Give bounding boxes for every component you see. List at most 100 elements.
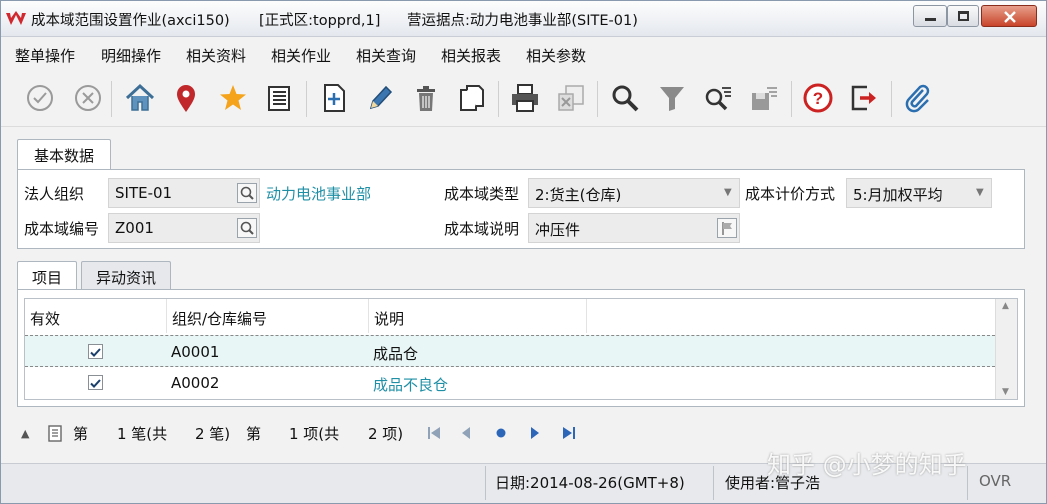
row-valid-checkbox[interactable] — [88, 344, 103, 359]
legal-org-name: 动力电池事业部 — [266, 185, 372, 203]
help-icon: ? — [803, 83, 833, 113]
exit-button[interactable] — [847, 81, 881, 115]
advanced-search-button[interactable] — [701, 81, 735, 115]
list-button[interactable] — [262, 81, 296, 115]
row-code: A0002 — [171, 374, 220, 392]
status-separator — [485, 466, 486, 500]
minimize-button[interactable] — [913, 5, 947, 27]
tab-basic-data[interactable]: 基本数据 — [17, 139, 111, 169]
legal-org-lookup-button[interactable] — [237, 183, 257, 203]
next-page-icon[interactable] — [527, 425, 543, 441]
menu-related-query[interactable]: 相关查询 — [356, 45, 416, 66]
list-icon — [268, 86, 290, 111]
col-header-desc[interactable]: 说明 — [369, 299, 587, 333]
cancel-circle-icon — [75, 85, 101, 111]
export-icon — [558, 85, 584, 111]
tab-change-info[interactable]: 异动资讯 — [81, 261, 171, 291]
disk-list-icon — [752, 87, 777, 110]
domain-type-value: 2:货主(仓库) — [535, 186, 622, 204]
favorite-button[interactable] — [216, 81, 250, 115]
magnifier-icon — [240, 186, 254, 200]
svg-text:?: ? — [813, 89, 823, 108]
print-button[interactable] — [508, 81, 542, 115]
record-list-icon[interactable] — [45, 423, 65, 443]
row-desc: 成品不良仓 — [373, 376, 449, 394]
toolbar-separator — [306, 81, 307, 117]
title-bar: 成本域范围设置作业(axci150) [正式区:topprd,1] 营运据点:动… — [1, 1, 1046, 37]
tab-items[interactable]: 项目 — [17, 261, 77, 291]
current-page-icon[interactable] — [493, 425, 509, 441]
close-window-button[interactable] — [981, 5, 1037, 27]
legal-org-value: SITE-01 — [115, 184, 173, 202]
grid-scrollbar[interactable]: ▲ ▼ — [995, 299, 1017, 399]
pager-prefix-item: 第 — [246, 425, 262, 443]
checkmark-icon — [90, 348, 101, 357]
table-row[interactable]: A0002 成品不良仓 — [25, 367, 995, 399]
search-button[interactable] — [608, 81, 642, 115]
domain-type-select[interactable]: 2:货主(仓库) — [528, 178, 740, 208]
col-header-valid[interactable]: 有效 — [25, 299, 167, 333]
trash-icon — [417, 86, 435, 111]
confirm-button[interactable] — [23, 81, 57, 115]
attachment-button[interactable] — [901, 81, 935, 115]
cost-method-dropdown-icon: ▼ — [976, 187, 984, 198]
last-page-icon[interactable] — [560, 425, 578, 441]
magnifier-icon — [240, 221, 254, 235]
delete-button[interactable] — [409, 81, 443, 115]
help-button[interactable]: ? — [801, 81, 835, 115]
filter-icon — [660, 87, 684, 111]
multilang-button[interactable] — [717, 218, 737, 238]
menu-related-reports[interactable]: 相关报表 — [441, 45, 501, 66]
first-page-icon[interactable] — [425, 425, 443, 441]
pager-total-items: 2 项) — [368, 425, 404, 443]
menu-related-jobs[interactable]: 相关作业 — [271, 45, 331, 66]
cancel-button[interactable] — [71, 81, 105, 115]
maximize-button[interactable] — [947, 5, 979, 27]
domain-no-label: 成本域编号 — [24, 220, 100, 238]
search-list-icon — [705, 87, 731, 111]
scroll-up-icon: ▲ — [1002, 301, 1009, 311]
export-button[interactable] — [554, 81, 588, 115]
pager-total-records: 2 笔) — [195, 425, 231, 443]
collapse-icon[interactable]: ▲ — [21, 427, 29, 440]
menu-detail-ops[interactable]: 明细操作 — [101, 45, 161, 66]
filter-button[interactable] — [655, 81, 689, 115]
prev-page-icon[interactable] — [458, 425, 474, 441]
toolbar-separator — [498, 81, 499, 117]
menu-whole-doc-ops[interactable]: 整单操作 — [15, 45, 75, 66]
domain-no-lookup-button[interactable] — [237, 218, 257, 238]
menu-related-data[interactable]: 相关资料 — [186, 45, 246, 66]
status-date: 日期:2014-08-26(GMT+8) — [495, 474, 685, 492]
toolbar: ? — [1, 71, 1046, 127]
copy-icon — [460, 85, 484, 111]
domain-no-value: Z001 — [115, 219, 154, 237]
edit-button[interactable] — [363, 81, 397, 115]
cost-method-label: 成本计价方式 — [745, 185, 836, 203]
app-window: 成本域范围设置作业(axci150) [正式区:topprd,1] 营运据点:动… — [0, 0, 1047, 504]
table-row[interactable]: A0001 成品仓 — [25, 335, 995, 367]
row-valid-checkbox[interactable] — [88, 375, 103, 390]
domain-desc-field[interactable]: 冲压件 — [528, 213, 740, 243]
toolbar-separator — [597, 81, 598, 117]
menu-bar: 整单操作 明细操作 相关资料 相关作业 相关查询 相关报表 相关参数 — [1, 39, 1046, 69]
save-query-button[interactable] — [747, 81, 781, 115]
exit-icon — [851, 85, 876, 111]
star-icon — [220, 85, 246, 110]
items-grid: 有效 组织/仓库编号 说明 A0001 成品仓 A0002 成品不良仓 ▲ ▼ — [24, 298, 1018, 400]
row-desc: 成品仓 — [373, 345, 419, 363]
cost-method-select[interactable]: 5:月加权平均 — [846, 178, 992, 208]
add-button[interactable] — [317, 81, 351, 115]
status-mode: OVR — [979, 472, 1012, 490]
pencil-icon — [369, 85, 393, 110]
home-button[interactable] — [123, 81, 157, 115]
check-circle-icon — [27, 85, 53, 111]
printer-icon — [512, 84, 538, 112]
location-button[interactable] — [169, 81, 203, 115]
environment-label: [正式区:topprd,1] — [259, 13, 381, 29]
flag-icon — [722, 222, 732, 235]
menu-related-params[interactable]: 相关参数 — [526, 45, 586, 66]
domain-desc-value: 冲压件 — [535, 221, 581, 239]
col-header-code[interactable]: 组织/仓库编号 — [167, 299, 369, 333]
copy-button[interactable] — [455, 81, 489, 115]
items-panel: 有效 组织/仓库编号 说明 A0001 成品仓 A0002 成品不良仓 ▲ ▼ — [17, 289, 1025, 407]
